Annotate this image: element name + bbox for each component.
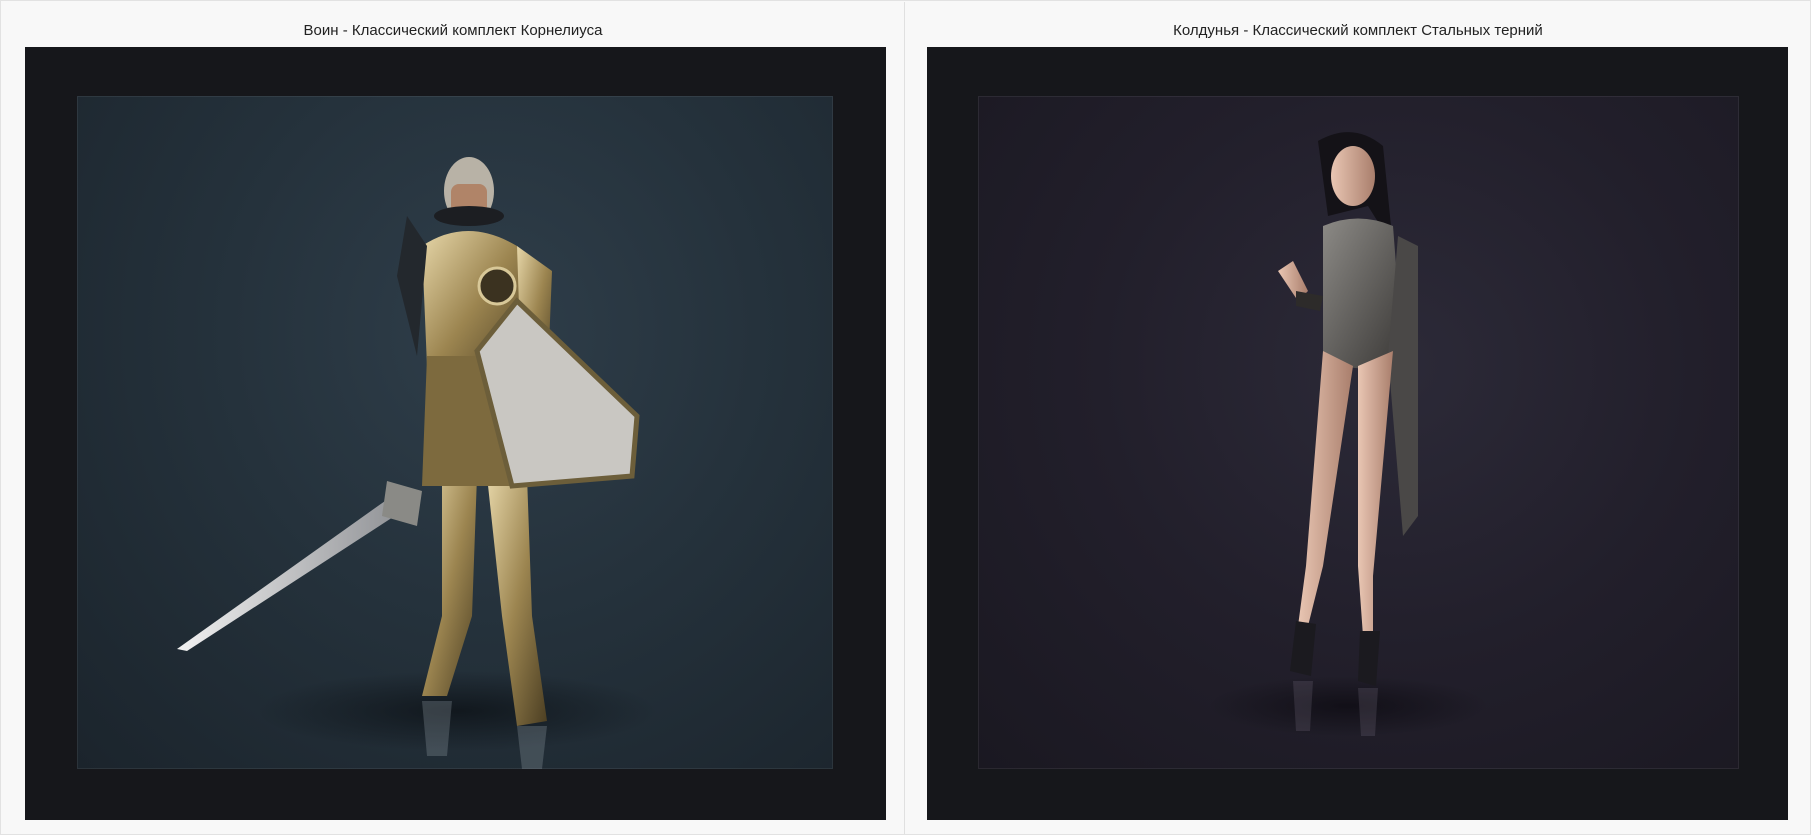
image-gallery: Воин - Классический комплект Корнелиуса [0,0,1811,835]
sorceress-figure [1208,132,1488,736]
gallery-image-frame[interactable] [927,47,1788,820]
gallery-caption: Воин - Классический комплект Корнелиуса [303,22,603,39]
gallery-item-sorceress[interactable]: Колдунья - Классический комплект Стальны… [906,2,1810,834]
warrior-figure [177,157,657,769]
gallery-caption: Колдунья - Классический комплект Стальны… [1173,22,1543,39]
gallery-image-frame[interactable] [25,47,886,820]
warrior-costume-image[interactable] [77,96,833,769]
sorceress-costume-image[interactable] [978,96,1739,769]
gallery-item-warrior[interactable]: Воин - Классический комплект Корнелиуса [2,2,905,834]
